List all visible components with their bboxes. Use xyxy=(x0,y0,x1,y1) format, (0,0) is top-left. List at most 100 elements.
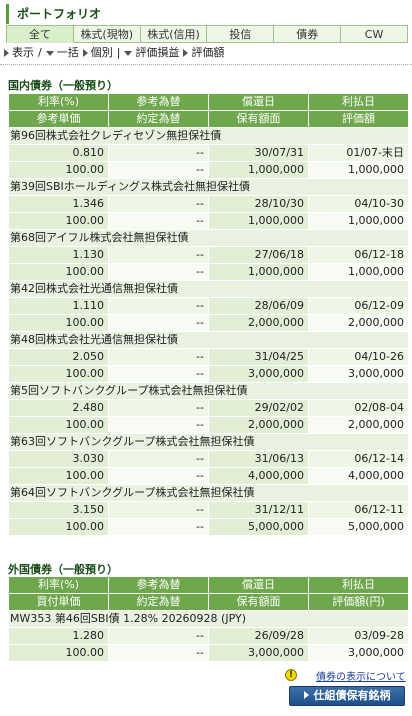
individual-toggle[interactable]: 個別 xyxy=(82,45,113,61)
coupon-rate: 1.346 xyxy=(8,195,109,213)
holdings-button-label: 仕組債保有銘柄 xyxy=(313,689,391,702)
maturity-date: 31/06/13 xyxy=(208,450,309,468)
maturity-date: 27/06/18 xyxy=(208,246,309,264)
bond-name-link[interactable]: 第64回ソフトバンクグループ株式会社無担保社債 xyxy=(8,484,409,502)
tab-stock-cash[interactable]: 株式(現物) xyxy=(73,25,141,43)
reference-fx: -- xyxy=(108,501,209,519)
coupon-date: 06/12-18 xyxy=(308,246,409,264)
bulk-toggle[interactable]: 一括 xyxy=(45,45,79,61)
bond-name-link[interactable]: 第63回ソフトバンクグループ株式会社無担保社債 xyxy=(8,433,409,451)
trade-fx: -- xyxy=(108,365,209,383)
face-value: 3,000,000 xyxy=(208,365,309,383)
bond-name-link[interactable]: MW353 第46回SBI債 1.28% 20260928 (JPY) xyxy=(8,610,409,628)
table-row: 100.00 -- 3,000,000 3,000,000 xyxy=(8,365,409,383)
play-icon xyxy=(183,49,189,57)
pipe-separator: | xyxy=(116,46,121,59)
table-row: 1.110 -- 28/06/09 06/12-09 xyxy=(8,297,409,315)
bond-display-help-link[interactable]: 債券の表示について xyxy=(316,668,406,683)
table-row: 1.346 -- 28/10/30 04/10-30 xyxy=(8,195,409,213)
display-label: 表示 xyxy=(12,46,34,59)
chevron-down-icon xyxy=(124,50,133,56)
coupon-date: 06/12-11 xyxy=(308,501,409,519)
bond-name-link[interactable]: 第96回株式会社クレディセゾン無担保社債 xyxy=(8,127,409,145)
coupon-rate: 3.150 xyxy=(8,501,109,519)
tab-bonds[interactable]: 債券 xyxy=(274,25,342,43)
view-controls: 表示 / 一括 個別 | 評価損益 評価額 xyxy=(4,45,228,61)
reference-fx: -- xyxy=(108,450,209,468)
column-header: 買付単価 xyxy=(8,593,109,611)
column-header: 利払日 xyxy=(308,93,409,111)
header-row: 買付単価 約定為替 保有額面 評価額(円) xyxy=(8,593,409,611)
trade-fx: -- xyxy=(108,212,209,230)
coupon-date: 06/12-09 xyxy=(308,297,409,315)
valuation-pl-toggle[interactable]: 評価損益 xyxy=(124,45,179,61)
valuation: 2,000,000 xyxy=(308,416,409,434)
reference-fx: -- xyxy=(108,297,209,315)
tab-stock-margin[interactable]: 株式(信用) xyxy=(140,25,208,43)
display-toggle[interactable]: 表示 xyxy=(4,45,34,61)
face-value: 1,000,000 xyxy=(208,212,309,230)
structured-bond-holdings-button[interactable]: 仕組債保有銘柄 xyxy=(289,686,405,706)
column-header: 約定為替 xyxy=(108,110,209,128)
reference-fx: -- xyxy=(108,195,209,213)
table-row: 3.030 -- 31/06/13 06/12-14 xyxy=(8,450,409,468)
coupon-rate: 3.030 xyxy=(8,450,109,468)
bond-name-row: MW353 第46回SBI債 1.28% 20260928 (JPY) xyxy=(8,610,409,628)
column-header: 利率(%) xyxy=(8,576,109,594)
face-value: 2,000,000 xyxy=(208,314,309,332)
bond-name-link[interactable]: 第42回株式会社光通信無担保社債 xyxy=(8,280,409,298)
bond-name-row: 第48回株式会社光通信無担保社債 xyxy=(8,331,409,349)
bond-name-link[interactable]: 第48回株式会社光通信無担保社債 xyxy=(8,331,409,349)
column-header: 約定為替 xyxy=(108,593,209,611)
table-row: 100.00 -- 1,000,000 1,000,000 xyxy=(8,263,409,281)
unit-price: 100.00 xyxy=(8,365,109,383)
table-row: 1.280 -- 26/09/28 03/09-28 xyxy=(8,627,409,645)
face-value: 3,000,000 xyxy=(208,644,309,662)
unit-price: 100.00 xyxy=(8,416,109,434)
foreign-bonds-title: 外国債券（一般預り） xyxy=(8,563,118,576)
bond-name-link[interactable]: 第5回ソフトバンクグループ株式会社無担保社債 xyxy=(8,382,409,400)
column-header: 保有額面 xyxy=(208,110,309,128)
coupon-rate: 1.280 xyxy=(8,627,109,645)
face-value: 5,000,000 xyxy=(208,518,309,536)
tab-funds[interactable]: 投信 xyxy=(207,25,275,43)
column-header: 償還日 xyxy=(208,576,309,594)
divider xyxy=(0,64,412,65)
individual-label: 個別 xyxy=(90,46,113,59)
unit-price: 100.00 xyxy=(8,644,109,662)
column-header: 参考為替 xyxy=(108,576,209,594)
trade-fx: -- xyxy=(108,314,209,332)
trade-fx: -- xyxy=(108,161,209,179)
bond-name-row: 第68回アイフル株式会社無担保社債 xyxy=(8,229,409,247)
bond-name-link[interactable]: 第68回アイフル株式会社無担保社債 xyxy=(8,229,409,247)
reference-fx: -- xyxy=(108,399,209,417)
table-row: 100.00 -- 3,000,000 3,000,000 xyxy=(8,644,409,662)
maturity-date: 26/09/28 xyxy=(208,627,309,645)
coupon-date: 06/12-14 xyxy=(308,450,409,468)
chevron-down-icon xyxy=(45,50,54,56)
maturity-date: 31/04/25 xyxy=(208,348,309,366)
bond-name-row: 第96回株式会社クレディセゾン無担保社債 xyxy=(8,127,409,145)
portfolio-tabs: 全て 株式(現物) 株式(信用) 投信 債券 CW xyxy=(6,25,408,43)
unit-price: 100.00 xyxy=(8,314,109,332)
valuation: 3,000,000 xyxy=(308,644,409,662)
bond-name-row: 第63回ソフトバンクグループ株式会社無担保社債 xyxy=(8,433,409,451)
maturity-date: 29/02/02 xyxy=(208,399,309,417)
trade-fx: -- xyxy=(108,467,209,485)
column-header: 評価額 xyxy=(308,110,409,128)
bond-name-row: 第39回SBIホールディングス株式会社無担保社債 xyxy=(8,178,409,196)
coupon-rate: 2.480 xyxy=(8,399,109,417)
bond-name-link[interactable]: 第39回SBIホールディングス株式会社無担保社債 xyxy=(8,178,409,196)
valuation-amount-toggle[interactable]: 評価額 xyxy=(183,45,224,61)
tab-all[interactable]: 全て xyxy=(6,25,74,43)
trade-fx: -- xyxy=(108,263,209,281)
table-row: 1.130 -- 27/06/18 06/12-18 xyxy=(8,246,409,264)
coupon-rate: 1.130 xyxy=(8,246,109,264)
unit-price: 100.00 xyxy=(8,467,109,485)
column-header: 参考単価 xyxy=(8,110,109,128)
warning-icon: ! xyxy=(285,669,297,681)
tab-cw[interactable]: CW xyxy=(341,25,408,43)
column-header: 利払日 xyxy=(308,576,409,594)
footer: ! 債券の表示について xyxy=(0,667,412,683)
header-row: 利率(%) 参考為替 償還日 利払日 xyxy=(8,576,409,594)
